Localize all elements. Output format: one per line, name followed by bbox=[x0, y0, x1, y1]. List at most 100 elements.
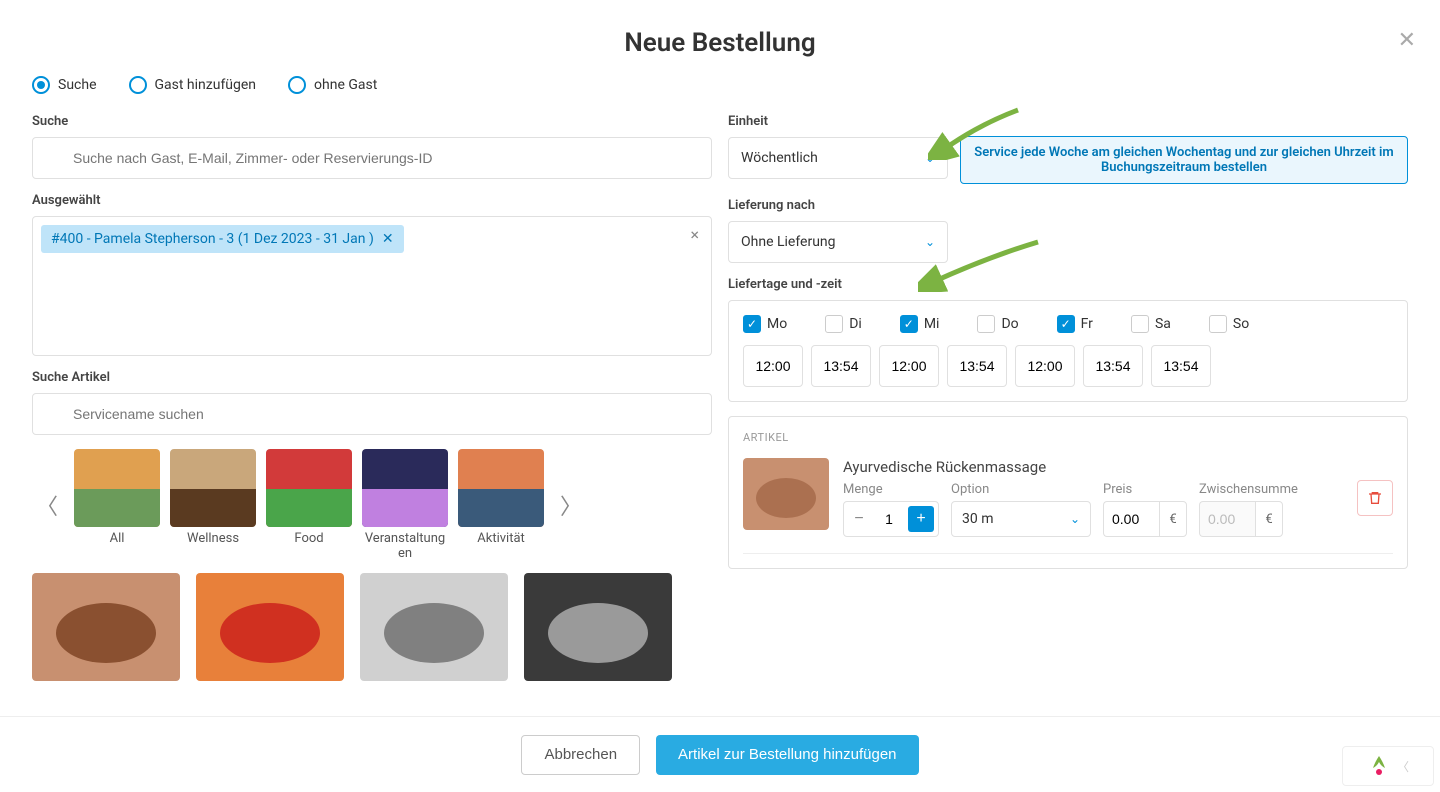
day-checkbox-item[interactable]: ✓ Fr bbox=[1057, 315, 1093, 333]
checkbox-icon: ✓ bbox=[1057, 315, 1075, 333]
day-checkbox-item[interactable]: ✓ Mi bbox=[900, 315, 940, 333]
cancel-button[interactable]: Abbrechen bbox=[521, 735, 640, 775]
qty-label: Menge bbox=[843, 482, 939, 497]
selected-label: Ausgewählt bbox=[32, 193, 712, 208]
search-article-label: Suche Artikel bbox=[32, 370, 712, 385]
category-image bbox=[458, 449, 544, 527]
article-row: Ayurvedische Rückenmassage Menge − + bbox=[743, 458, 1393, 554]
radio-icon bbox=[129, 76, 147, 94]
product-image bbox=[360, 573, 508, 681]
price-input[interactable] bbox=[1103, 501, 1159, 537]
qty-input[interactable] bbox=[874, 511, 904, 527]
day-label: Sa bbox=[1155, 316, 1171, 332]
delivery-label: Lieferung nach bbox=[728, 198, 1408, 213]
product-image bbox=[196, 573, 344, 681]
category-label: Wellness bbox=[170, 531, 256, 546]
radio-add-guest[interactable]: Gast hinzufügen bbox=[129, 76, 257, 94]
product-grid bbox=[32, 573, 712, 681]
category-label: Aktivität bbox=[458, 531, 544, 546]
category-item[interactable]: Wellness bbox=[170, 449, 256, 561]
time-input[interactable] bbox=[743, 345, 803, 387]
product-item[interactable] bbox=[196, 573, 344, 681]
currency-label: € bbox=[1159, 501, 1187, 537]
checkbox-icon: ✓ bbox=[900, 315, 918, 333]
category-label: Food bbox=[266, 531, 352, 546]
day-label: Do bbox=[1001, 316, 1018, 332]
checkbox-icon: ✓ bbox=[743, 315, 761, 333]
category-label: All bbox=[74, 531, 160, 546]
checkbox-icon bbox=[825, 315, 843, 333]
article-search-input[interactable] bbox=[32, 393, 712, 435]
radio-search[interactable]: Suche bbox=[32, 76, 97, 94]
article-title: Ayurvedische Rückenmassage bbox=[843, 458, 1343, 476]
day-checkbox-item[interactable]: So bbox=[1209, 315, 1249, 333]
category-carousel: 〈 All Wellness Food Veranstaltungen Aktivitä… bbox=[32, 449, 712, 561]
time-input[interactable] bbox=[879, 345, 939, 387]
article-header: ARTIKEL bbox=[743, 431, 1393, 444]
category-image bbox=[362, 449, 448, 527]
product-item[interactable] bbox=[524, 573, 672, 681]
time-input[interactable] bbox=[1083, 345, 1143, 387]
time-input[interactable] bbox=[1151, 345, 1211, 387]
day-checkbox-item[interactable]: Di bbox=[825, 315, 862, 333]
radio-icon bbox=[288, 76, 306, 94]
currency-label: € bbox=[1255, 501, 1283, 537]
article-image bbox=[743, 458, 829, 530]
delivery-select[interactable]: Ohne Lieferung⌄ bbox=[728, 221, 948, 263]
time-input[interactable] bbox=[811, 345, 871, 387]
qty-increase-button[interactable]: + bbox=[908, 506, 934, 532]
close-button[interactable]: ✕ bbox=[1398, 28, 1416, 53]
product-image bbox=[32, 573, 180, 681]
delivery-days-label: Liefertage und -zeit bbox=[728, 277, 1408, 292]
quantity-stepper: − + bbox=[843, 501, 939, 537]
chevron-down-icon: ⌄ bbox=[925, 151, 935, 165]
checkbox-icon bbox=[1209, 315, 1227, 333]
category-item[interactable]: Aktivität bbox=[458, 449, 544, 561]
logo-icon bbox=[1367, 754, 1391, 778]
chevron-down-icon: ⌄ bbox=[1070, 512, 1080, 526]
day-label: Fr bbox=[1081, 316, 1093, 332]
product-image bbox=[524, 573, 672, 681]
unit-hint: Service jede Woche am gleichen Wochentag… bbox=[960, 136, 1408, 184]
selected-guest-chip: #400 - Pamela Stepherson - 3 (1 Dez 2023… bbox=[41, 225, 404, 253]
category-item[interactable]: All bbox=[74, 449, 160, 561]
logo-corner[interactable]: 〈 bbox=[1342, 746, 1434, 786]
day-label: So bbox=[1233, 316, 1249, 332]
unit-select[interactable]: Wöchentlich⌄ bbox=[728, 137, 948, 179]
day-label: Mi bbox=[924, 316, 940, 332]
price-label: Preis bbox=[1103, 482, 1187, 497]
guest-mode-radios: Suche Gast hinzufügen ohne Gast bbox=[32, 76, 1408, 94]
delivery-days-box: ✓ Mo Di ✓ Mi Do ✓ Fr Sa So bbox=[728, 300, 1408, 402]
chevron-down-icon: ⌄ bbox=[925, 235, 935, 249]
carousel-next-button[interactable]: 〉 bbox=[556, 489, 586, 521]
radio-no-guest[interactable]: ohne Gast bbox=[288, 76, 377, 94]
delete-article-button[interactable] bbox=[1357, 480, 1393, 516]
unit-label: Einheit bbox=[728, 114, 948, 129]
product-item[interactable] bbox=[360, 573, 508, 681]
category-image bbox=[74, 449, 160, 527]
search-input[interactable] bbox=[32, 137, 712, 179]
product-item[interactable] bbox=[32, 573, 180, 681]
add-article-button[interactable]: Artikel zur Bestellung hinzufügen bbox=[656, 735, 918, 775]
chevron-left-icon: 〈 bbox=[1397, 758, 1409, 775]
qty-decrease-button[interactable]: − bbox=[844, 502, 874, 536]
option-label: Option bbox=[951, 482, 1091, 497]
day-label: Mo bbox=[767, 316, 787, 332]
category-item[interactable]: Veranstaltungen bbox=[362, 449, 448, 561]
category-image bbox=[266, 449, 352, 527]
footer: Abbrechen Artikel zur Bestellung hinzufü… bbox=[0, 716, 1440, 792]
checkbox-icon bbox=[1131, 315, 1149, 333]
time-input[interactable] bbox=[1015, 345, 1075, 387]
time-input[interactable] bbox=[947, 345, 1007, 387]
day-checkbox-item[interactable]: ✓ Mo bbox=[743, 315, 787, 333]
clear-selected-button[interactable]: × bbox=[690, 225, 699, 244]
option-select[interactable]: 30 m⌄ bbox=[951, 501, 1091, 537]
category-item[interactable]: Food bbox=[266, 449, 352, 561]
article-box: ARTIKEL Ayurvedische Rückenmassage Menge… bbox=[728, 416, 1408, 569]
day-checkbox-item[interactable]: Sa bbox=[1131, 315, 1171, 333]
carousel-prev-button[interactable]: 〈 bbox=[32, 489, 62, 521]
remove-chip-icon[interactable]: ✕ bbox=[382, 231, 394, 247]
subtotal-input bbox=[1199, 501, 1255, 537]
selected-guests-area: × #400 - Pamela Stepherson - 3 (1 Dez 20… bbox=[32, 216, 712, 356]
day-checkbox-item[interactable]: Do bbox=[977, 315, 1018, 333]
